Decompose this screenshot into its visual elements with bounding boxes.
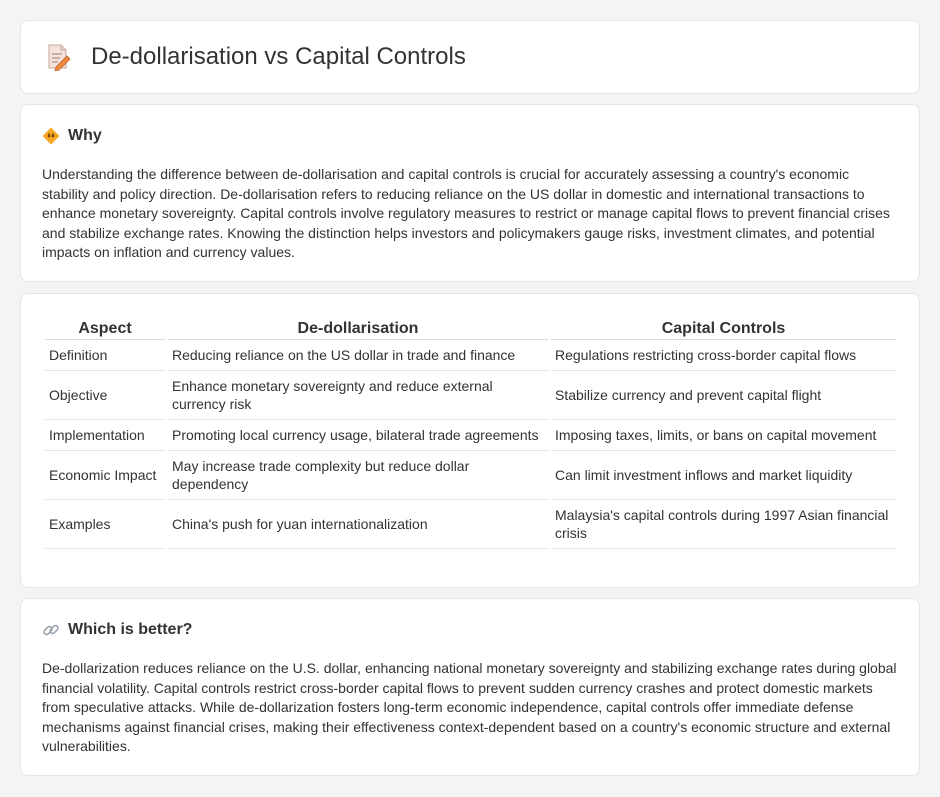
row-capital-controls-cell: Stabilize currency and prevent capital f… bbox=[551, 371, 896, 420]
table-row: Definition Reducing reliance on the US d… bbox=[45, 340, 896, 371]
why-heading: Why bbox=[42, 127, 102, 145]
table-row: Economic Impact May increase trade compl… bbox=[45, 451, 896, 500]
comparison-section: Aspect De-dollarisation Capital Controls… bbox=[20, 293, 920, 588]
table-row: Objective Enhance monetary sovereignty a… bbox=[45, 371, 896, 420]
row-de-dollarisation-cell: May increase trade complexity but reduce… bbox=[168, 451, 548, 500]
title-row: De-dollarisation vs Capital Controls bbox=[45, 43, 466, 71]
row-capital-controls-cell: Regulations restricting cross-border cap… bbox=[551, 340, 896, 371]
link-icon bbox=[43, 624, 59, 636]
row-aspect-cell: Definition bbox=[45, 340, 165, 371]
row-capital-controls-cell: Imposing taxes, limits, or bans on capit… bbox=[551, 420, 896, 451]
header-capital-controls: Capital Controls bbox=[551, 318, 896, 340]
row-de-dollarisation-cell: Promoting local currency usage, bilatera… bbox=[168, 420, 548, 451]
header-aspect: Aspect bbox=[45, 318, 165, 340]
header-card: De-dollarisation vs Capital Controls bbox=[20, 20, 920, 94]
table-row: Examples China's push for yuan internati… bbox=[45, 500, 896, 549]
row-aspect-cell: Implementation bbox=[45, 420, 165, 451]
better-title: Which is better? bbox=[68, 621, 193, 638]
header-de-dollarisation: De-dollarisation bbox=[168, 318, 548, 340]
row-de-dollarisation-cell: Enhance monetary sovereignty and reduce … bbox=[168, 371, 548, 420]
row-capital-controls-cell: Malaysia's capital controls during 1997 … bbox=[551, 500, 896, 549]
why-body: Understanding the difference between de-… bbox=[42, 166, 890, 261]
diamond-icon bbox=[42, 127, 60, 145]
row-aspect-cell: Objective bbox=[45, 371, 165, 420]
row-de-dollarisation-cell: Reducing reliance on the US dollar in tr… bbox=[168, 340, 548, 371]
row-capital-controls-cell: Can limit investment inflows and market … bbox=[551, 451, 896, 500]
better-heading: Which is better? bbox=[42, 621, 192, 639]
document-pencil-icon bbox=[48, 44, 71, 71]
row-aspect-cell: Economic Impact bbox=[45, 451, 165, 500]
row-aspect-cell: Examples bbox=[45, 500, 165, 549]
row-de-dollarisation-cell: China's push for yuan internationalizati… bbox=[168, 500, 548, 549]
why-section: Why Understanding the difference between… bbox=[20, 104, 920, 282]
comparison-table: Aspect De-dollarisation Capital Controls… bbox=[42, 318, 899, 549]
better-body: De-dollarization reduces reliance on the… bbox=[42, 660, 897, 755]
which-is-better-section: Which is better? De-dollarization reduce… bbox=[20, 598, 920, 776]
table-row: Implementation Promoting local currency … bbox=[45, 420, 896, 451]
table-header-row: Aspect De-dollarisation Capital Controls bbox=[45, 318, 896, 340]
page-title: De-dollarisation vs Capital Controls bbox=[91, 43, 466, 70]
why-title: Why bbox=[68, 127, 102, 144]
